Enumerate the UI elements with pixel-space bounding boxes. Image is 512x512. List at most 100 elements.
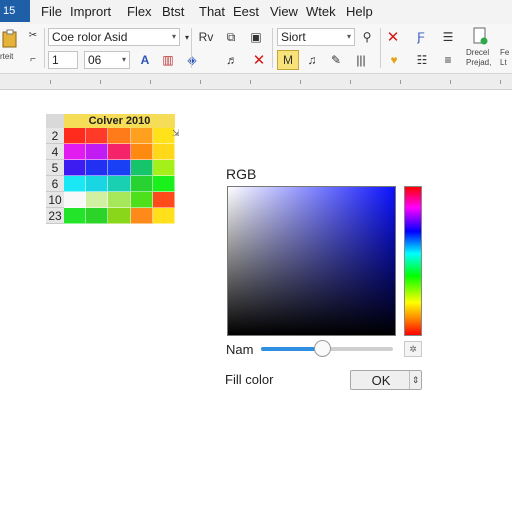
swatch-table: Colver 2010 2 4 5 6 10 23 ⇲ [46,114,180,224]
font-name-combo[interactable]: Coe rolor Asid ▾ [48,28,180,46]
list-icon[interactable]: ≡ [438,51,458,69]
color-swatch[interactable] [64,208,87,224]
color-swatch[interactable] [86,144,109,160]
menu-import[interactable]: Imprort [70,4,111,19]
color-swatch[interactable] [152,144,175,160]
color-swatch[interactable] [130,160,153,176]
color-swatch[interactable] [86,128,109,144]
caption-c: Fe [500,48,510,57]
heart-icon[interactable]: ♥ [384,51,404,69]
highlight-icon[interactable]: M [277,50,299,70]
fill-icon[interactable]: ◈ [182,51,202,69]
chevron-down-icon: ▾ [346,32,351,41]
paste-icon[interactable] [0,28,20,50]
color-swatch[interactable] [130,128,153,144]
rv-button[interactable]: Rv [196,28,216,46]
ribbon: rteit ✂ ⌐ Coe rolor Asid▾ ▾ 1 06▾ A ▥ ◈ … [0,24,512,74]
list-icon[interactable]: ☷ [412,51,432,69]
color-swatch[interactable] [152,176,175,192]
link-icon[interactable]: ⚲ [358,28,376,46]
row-header: 23 [46,208,64,224]
border-icon[interactable]: ▥ [158,51,178,69]
copy-icon[interactable]: ⧉ [222,28,240,46]
cut-icon[interactable]: ✂ [26,28,40,42]
menu-file[interactable]: File [41,4,62,19]
color-swatch[interactable] [130,208,153,224]
caption-b: Prejad, [466,58,492,67]
selection-handle-icon[interactable]: ⇲ [172,128,180,139]
color-swatch[interactable] [86,192,109,208]
row-header: 5 [46,160,64,176]
paragraph-icon[interactable]: ♬ [222,51,242,69]
ok-button[interactable]: OK ⇕ [350,370,422,390]
close-x-icon[interactable]: ✕ [250,51,268,69]
ruler [0,74,512,90]
menu-flex[interactable]: Flex [127,4,152,19]
color-swatch[interactable] [64,160,87,176]
swatch-title: Colver 2010 [64,114,175,128]
color-swatch[interactable] [108,192,131,208]
color-mode-label: RGB [226,166,257,182]
color-swatch[interactable] [130,176,153,192]
separator [191,28,192,68]
caption-a: Drecel [466,48,490,57]
menu-that[interactable]: That [199,4,225,19]
slider-label: Nam [226,342,254,357]
music-note-icon[interactable]: ♫ [303,51,321,69]
menu-help[interactable]: Help [346,4,373,19]
font-size-combo-b[interactable]: 06 ▾ [84,51,130,69]
opacity-slider-thumb[interactable] [313,340,331,357]
close-x-icon[interactable]: ✕ [384,28,402,46]
font-size-b-value: 06 [88,53,102,67]
separator [380,28,381,68]
chevron-down-icon: ▾ [121,55,126,64]
italic-icon[interactable]: Ƒ [412,28,430,46]
menu-view[interactable]: View [270,4,298,19]
color-swatch[interactable] [152,160,175,176]
color-swatch[interactable] [130,144,153,160]
row-header: 10 [46,192,64,208]
style-combo[interactable]: Siort ▾ [277,28,355,46]
color-swatch[interactable] [130,192,153,208]
color-swatch[interactable] [64,128,87,144]
color-swatch[interactable] [64,192,87,208]
menu-wtek[interactable]: Wtek [306,4,336,19]
hue-slider[interactable] [404,186,422,336]
list-icon[interactable]: ☰ [438,28,458,46]
caption-d: Lt [500,58,507,67]
pin-icon[interactable]: ✲ [404,341,422,357]
color-swatch[interactable] [86,176,109,192]
menu-eest[interactable]: Eest [233,4,259,19]
column-icon[interactable]: ||| [351,51,371,69]
font-name-value: Coe rolor Asid [52,30,128,44]
document-icon[interactable] [470,26,490,46]
color-swatch[interactable] [108,176,131,192]
color-swatch[interactable] [86,160,109,176]
font-size-combo-a[interactable]: 1 [48,51,78,69]
color-swatch[interactable] [108,160,131,176]
color-swatch[interactable] [64,144,87,160]
image-icon[interactable]: ▣ [246,28,266,46]
spinner-icon[interactable]: ⇕ [409,371,421,389]
separator [272,28,273,68]
color-swatch[interactable] [152,208,175,224]
color-swatch[interactable] [108,208,131,224]
saturation-value-field[interactable] [227,186,396,336]
color-swatch[interactable] [108,128,131,144]
font-color-icon[interactable]: A [136,51,154,69]
row-header: 6 [46,176,64,192]
format-icon[interactable]: ✎ [327,51,345,69]
app-badge[interactable]: 15 [0,0,30,22]
menu-btst[interactable]: Btst [162,4,184,19]
format-painter-icon[interactable]: ⌐ [26,52,40,66]
color-swatch[interactable] [152,192,175,208]
table-corner [46,114,64,128]
paste-caption: rteit [0,52,14,61]
color-swatch[interactable] [86,208,109,224]
chevron-down-icon: ▾ [171,32,176,41]
font-size-a-value: 1 [52,53,59,67]
color-swatch[interactable] [108,144,131,160]
ok-button-label: OK [371,373,391,388]
color-swatch[interactable] [64,176,87,192]
fill-color-label: Fill color [225,372,274,387]
